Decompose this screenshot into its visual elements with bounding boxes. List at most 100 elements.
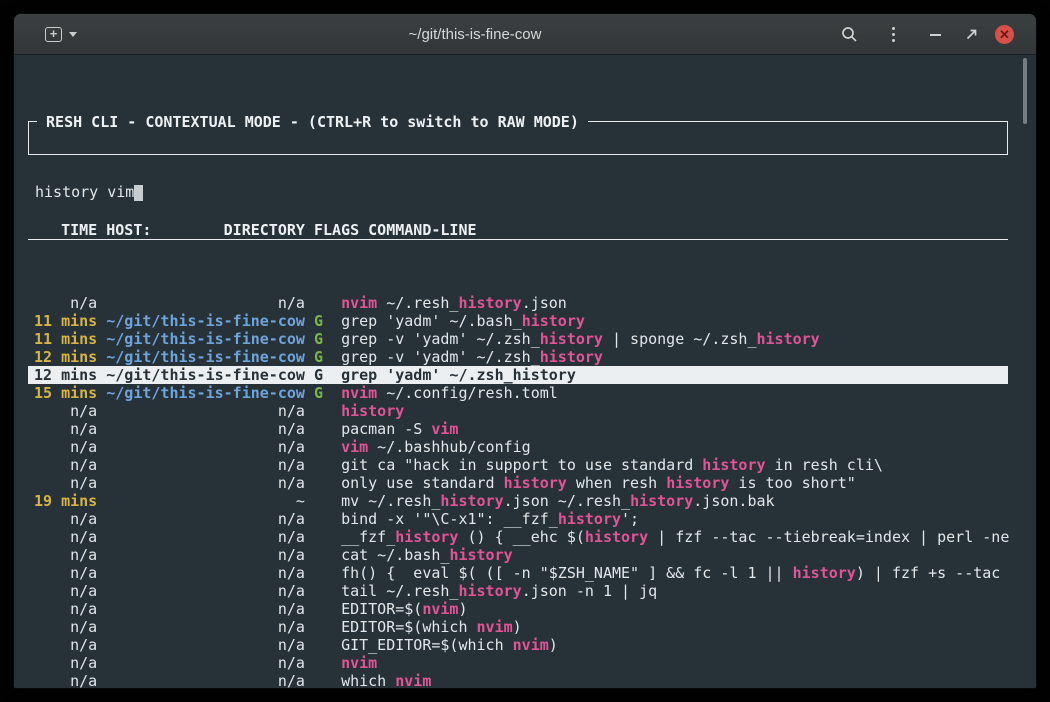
match-highlight: history [341, 402, 404, 420]
row-directory: n/a [106, 510, 305, 528]
history-row-selected[interactable]: 12 mins ~/git/this-is-fine-cow G grep 'y… [28, 366, 1008, 384]
row-time: n/a [34, 582, 97, 600]
row-directory: n/a [106, 456, 305, 474]
match-highlight: history [395, 528, 458, 546]
row-directory: ~/git/this-is-fine-cow [106, 312, 305, 330]
kebab-menu-icon [892, 27, 895, 42]
row-flags: G [314, 348, 323, 366]
row-command: GIT_EDITOR=$(which nvim) [341, 636, 558, 654]
match-highlight: nvim [395, 672, 431, 688]
terminal-window: + ~/git/this-is-fine-cow [14, 14, 1036, 688]
row-flags [314, 402, 323, 420]
scrollbar-thumb[interactable] [1023, 58, 1027, 124]
close-button[interactable]: ✕ [995, 25, 1014, 44]
new-tab-button[interactable]: + [38, 22, 84, 47]
row-time: 15 mins [34, 384, 97, 402]
history-row[interactable]: n/a n/a fh() { eval $( ([ -n "$ZSH_NAME"… [28, 564, 1008, 582]
row-directory: n/a [106, 618, 305, 636]
row-command: __fzf_history () { __ehc $(history | fzf… [341, 528, 1009, 546]
history-row[interactable]: n/a n/a __fzf_history () { __ehc $(histo… [28, 528, 1008, 546]
row-command: bind -x '"\C-x1": __fzf_history'; [341, 510, 639, 528]
history-row[interactable]: n/a n/a git ca "hack in support to use s… [28, 456, 1008, 474]
row-directory: ~ [106, 492, 305, 510]
row-directory: n/a [106, 420, 305, 438]
history-row[interactable]: 15 mins ~/git/this-is-fine-cow G nvim ~/… [28, 384, 1008, 402]
titlebar[interactable]: + ~/git/this-is-fine-cow [14, 14, 1036, 55]
match-highlight: history [522, 312, 585, 330]
history-row[interactable]: n/a n/a cat ~/.bash_history [28, 546, 1008, 564]
row-flags [314, 528, 323, 546]
minimize-icon [930, 34, 941, 36]
history-row[interactable]: n/a n/a which nvim [28, 672, 1008, 688]
restore-button[interactable] [959, 23, 983, 47]
row-flags [314, 672, 323, 688]
row-command: fh() { eval $( ([ -n "$ZSH_NAME" ] && fc… [341, 564, 1000, 582]
menu-button[interactable] [881, 23, 905, 47]
history-row[interactable]: n/a n/a EDITOR=$(which nvim) [28, 618, 1008, 636]
search-icon [841, 26, 858, 43]
history-row[interactable]: n/a n/a vim ~/.bashhub/config [28, 438, 1008, 456]
history-row[interactable]: n/a n/a GIT_EDITOR=$(which nvim) [28, 636, 1008, 654]
row-flags [314, 294, 323, 312]
match-highlight: history [449, 546, 512, 564]
search-box[interactable]: RESH CLI - CONTEXTUAL MODE - (CTRL+R to … [28, 121, 1008, 155]
restore-icon [964, 27, 979, 42]
row-flags [314, 474, 323, 492]
history-row[interactable]: 19 mins ~ mv ~/.resh_history.json ~/.res… [28, 492, 1008, 510]
history-row[interactable]: 12 mins ~/git/this-is-fine-cow G grep -v… [28, 348, 1008, 366]
match-highlight: history [757, 330, 820, 348]
row-directory: n/a [106, 582, 305, 600]
history-row[interactable]: n/a n/a tail ~/.resh_history.json -n 1 |… [28, 582, 1008, 600]
history-row[interactable]: n/a n/a pacman -S vim [28, 420, 1008, 438]
history-row[interactable]: 11 mins ~/git/this-is-fine-cow G grep -v… [28, 330, 1008, 348]
history-row[interactable]: n/a n/a EDITOR=$(nvim) [28, 600, 1008, 618]
row-directory: n/a [106, 672, 305, 688]
row-command: only use standard history when resh hist… [341, 474, 856, 492]
row-directory: n/a [106, 294, 305, 312]
row-time: 11 mins [34, 312, 97, 330]
window-title: ~/git/this-is-fine-cow [134, 14, 816, 55]
row-command: EDITOR=$(nvim) [341, 600, 467, 618]
match-highlight: nvim [341, 654, 377, 672]
new-tab-icon: + [45, 27, 62, 42]
row-directory: n/a [106, 528, 305, 546]
row-flags: G [314, 384, 323, 402]
row-time: 12 mins [34, 348, 97, 366]
history-row[interactable]: n/a n/a nvim [28, 654, 1008, 672]
search-query-input[interactable]: history vim [35, 183, 134, 201]
row-directory: n/a [106, 546, 305, 564]
history-row[interactable]: n/a n/a only use standard history when r… [28, 474, 1008, 492]
row-time: 19 mins [34, 492, 97, 510]
history-row[interactable]: n/a n/a nvim ~/.resh_history.json [28, 294, 1008, 312]
history-row[interactable]: n/a n/a history [28, 402, 1008, 420]
row-time: n/a [34, 420, 97, 438]
row-time: n/a [34, 438, 97, 456]
row-flags [314, 546, 323, 564]
row-time: n/a [34, 474, 97, 492]
match-highlight: nvim [513, 636, 549, 654]
row-flags [314, 654, 323, 672]
match-highlight: history [458, 582, 521, 600]
match-highlight: history [540, 330, 603, 348]
row-time: n/a [34, 546, 97, 564]
row-directory: ~/git/this-is-fine-cow [106, 348, 305, 366]
history-row[interactable]: 11 mins ~/git/this-is-fine-cow G grep 'y… [28, 312, 1008, 330]
row-time: n/a [34, 528, 97, 546]
minimize-button[interactable] [923, 23, 947, 47]
row-flags [314, 600, 323, 618]
match-highlight: history [793, 564, 856, 582]
match-highlight: history [702, 456, 765, 474]
row-time: n/a [34, 456, 97, 474]
match-highlight: history [504, 474, 567, 492]
row-command: grep -v 'yadm' ~/.zsh_history | sponge ~… [341, 330, 820, 348]
row-time: n/a [34, 294, 97, 312]
match-highlight: nvim [477, 618, 513, 636]
row-command: cat ~/.bash_history [341, 546, 513, 564]
row-directory: n/a [106, 600, 305, 618]
search-button[interactable] [837, 23, 861, 47]
row-flags [314, 420, 323, 438]
match-highlight: history [513, 366, 576, 384]
history-row[interactable]: n/a n/a bind -x '"\C-x1": __fzf_history'… [28, 510, 1008, 528]
row-directory: ~/git/this-is-fine-cow [106, 366, 305, 384]
row-command: nvim ~/.config/resh.toml [341, 384, 558, 402]
